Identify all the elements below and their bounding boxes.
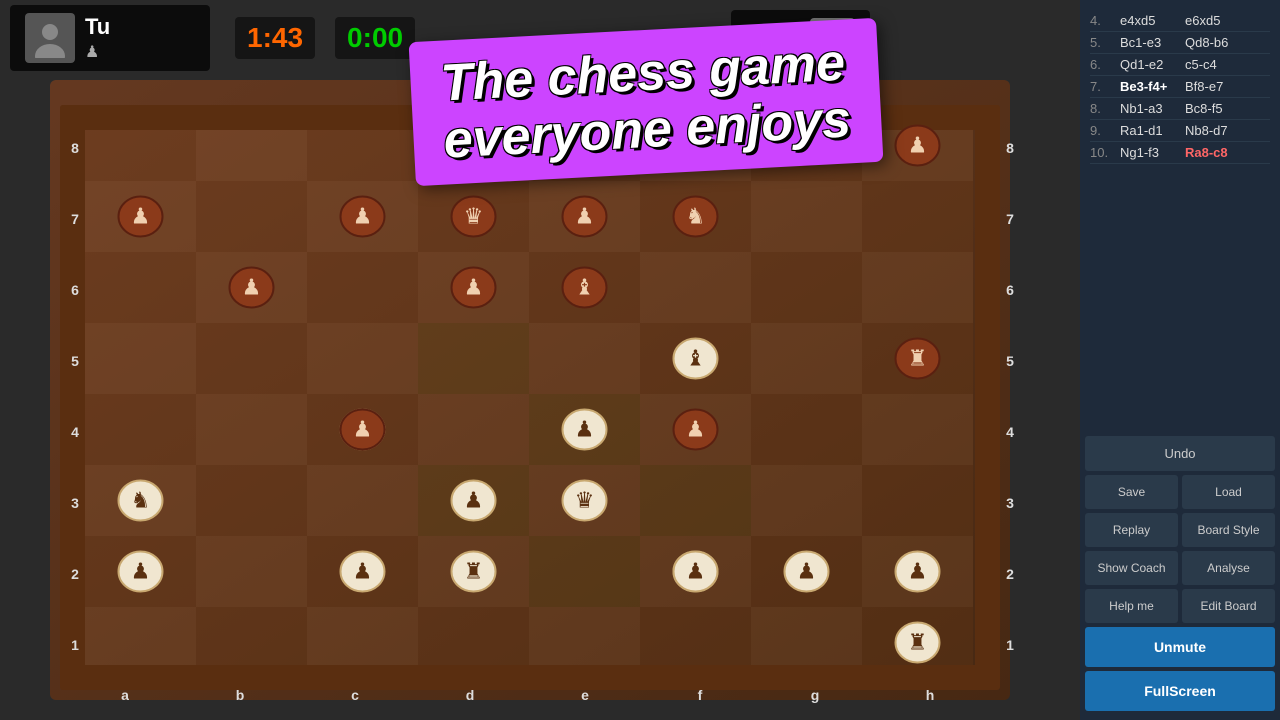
svg-text:3: 3 bbox=[1006, 495, 1014, 511]
svg-text:♟: ♟ bbox=[686, 559, 706, 584]
promo-banner: The chess game everyone enjoys bbox=[409, 18, 883, 187]
svg-text:♞: ♞ bbox=[686, 204, 706, 229]
svg-text:1: 1 bbox=[1006, 637, 1014, 653]
svg-text:♟: ♟ bbox=[131, 559, 151, 584]
svg-text:♞: ♞ bbox=[131, 488, 151, 513]
svg-text:c: c bbox=[351, 687, 359, 703]
svg-text:7: 7 bbox=[71, 211, 79, 227]
coach-analyse-row: Show Coach Analyse bbox=[1085, 551, 1275, 585]
timer-left: 1:43 bbox=[235, 17, 315, 59]
move-row: 10.Ng1-f3Ra8-c8 bbox=[1090, 142, 1270, 164]
svg-text:g: g bbox=[811, 687, 820, 703]
svg-text:♟: ♟ bbox=[908, 559, 928, 584]
svg-text:♜: ♜ bbox=[908, 630, 928, 655]
svg-text:d: d bbox=[466, 687, 475, 703]
svg-text:♟: ♟ bbox=[464, 275, 484, 300]
right-panel: 4.e4xd5e6xd55.Bc1-e3Qd8-b66.Qd1-e2c5-c47… bbox=[1080, 0, 1280, 720]
save-load-row: Save Load bbox=[1085, 475, 1275, 509]
svg-text:e: e bbox=[581, 687, 589, 703]
moves-list: 4.e4xd5e6xd55.Bc1-e3Qd8-b66.Qd1-e2c5-c47… bbox=[1080, 0, 1280, 431]
move-row: 8.Nb1-a3Bc8-f5 bbox=[1090, 98, 1270, 120]
undo-button[interactable]: Undo bbox=[1085, 436, 1275, 471]
svg-text:♟: ♟ bbox=[353, 417, 373, 442]
show-coach-button[interactable]: Show Coach bbox=[1085, 551, 1178, 585]
player-name-left: Tu bbox=[85, 14, 110, 40]
svg-text:5: 5 bbox=[71, 353, 79, 369]
edit-board-button[interactable]: Edit Board bbox=[1182, 589, 1275, 623]
svg-text:♛: ♛ bbox=[575, 488, 595, 513]
svg-text:4: 4 bbox=[71, 424, 79, 440]
replay-button[interactable]: Replay bbox=[1085, 513, 1178, 547]
help-me-button[interactable]: Help me bbox=[1085, 589, 1178, 623]
svg-text:7: 7 bbox=[1006, 211, 1014, 227]
svg-text:♟: ♟ bbox=[575, 204, 595, 229]
buttons-section: Undo Save Load Replay Board Style Show C… bbox=[1080, 431, 1280, 720]
svg-text:♝: ♝ bbox=[575, 275, 595, 300]
move-row: 4.e4xd5e6xd5 bbox=[1090, 10, 1270, 32]
move-row: 6.Qd1-e2c5-c4 bbox=[1090, 54, 1270, 76]
svg-text:2: 2 bbox=[71, 566, 79, 582]
svg-text:♟: ♟ bbox=[353, 559, 373, 584]
svg-text:♟: ♟ bbox=[797, 559, 817, 584]
svg-text:♜: ♜ bbox=[464, 559, 484, 584]
unmute-button[interactable]: Unmute bbox=[1085, 627, 1275, 667]
timer-right: 0:00 bbox=[335, 17, 415, 59]
board-area: Tu ♟ 1:43 0:00 Boris The chess game ever… bbox=[0, 0, 1080, 720]
fullscreen-button[interactable]: FullScreen bbox=[1085, 671, 1275, 711]
svg-text:♝: ♝ bbox=[686, 346, 706, 371]
move-row: 7.Be3-f4+Bf8-e7 bbox=[1090, 76, 1270, 98]
svg-text:♟: ♟ bbox=[908, 133, 928, 158]
analyse-button[interactable]: Analyse bbox=[1182, 551, 1275, 585]
replay-boardstyle-row: Replay Board Style bbox=[1085, 513, 1275, 547]
player-piece-left: ♟ bbox=[85, 42, 110, 62]
player-left-info: Tu ♟ bbox=[10, 5, 210, 71]
player-avatar-left bbox=[25, 13, 75, 63]
svg-text:♜: ♜ bbox=[908, 346, 928, 371]
svg-text:f: f bbox=[698, 687, 703, 703]
svg-text:8: 8 bbox=[1006, 140, 1014, 156]
svg-text:6: 6 bbox=[1006, 282, 1014, 298]
move-row: 5.Bc1-e3Qd8-b6 bbox=[1090, 32, 1270, 54]
svg-text:4: 4 bbox=[1006, 424, 1014, 440]
save-button[interactable]: Save bbox=[1085, 475, 1178, 509]
svg-text:1: 1 bbox=[71, 637, 79, 653]
board-style-button[interactable]: Board Style bbox=[1182, 513, 1275, 547]
svg-text:♟: ♟ bbox=[464, 488, 484, 513]
svg-text:6: 6 bbox=[71, 282, 79, 298]
help-editboard-row: Help me Edit Board bbox=[1085, 589, 1275, 623]
svg-text:♟: ♟ bbox=[353, 204, 373, 229]
svg-text:5: 5 bbox=[1006, 353, 1014, 369]
svg-text:8: 8 bbox=[71, 140, 79, 156]
svg-text:a: a bbox=[121, 687, 129, 703]
svg-text:b: b bbox=[236, 687, 245, 703]
svg-text:♟: ♟ bbox=[686, 417, 706, 442]
svg-text:♟: ♟ bbox=[242, 275, 262, 300]
move-row: 9.Ra1-d1Nb8-d7 bbox=[1090, 120, 1270, 142]
svg-text:2: 2 bbox=[1006, 566, 1014, 582]
svg-text:♛: ♛ bbox=[464, 204, 484, 229]
svg-text:h: h bbox=[926, 687, 935, 703]
load-button[interactable]: Load bbox=[1182, 475, 1275, 509]
svg-text:♟: ♟ bbox=[131, 204, 151, 229]
svg-text:♟: ♟ bbox=[575, 417, 595, 442]
svg-text:3: 3 bbox=[71, 495, 79, 511]
